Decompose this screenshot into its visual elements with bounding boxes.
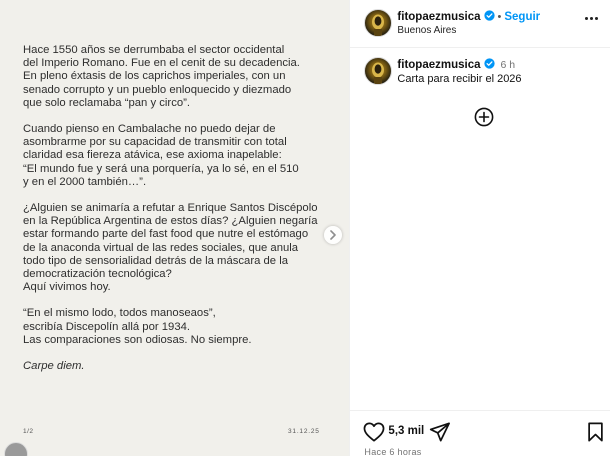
letter-paragraph-3: ¿Alguien se animaría a refutar a Enrique… — [23, 202, 328, 294]
letter-paragraph-2: Cuando pienso en Cambalache no puedo dej… — [23, 123, 328, 189]
letter-line: Aquí vivimos hoy. — [23, 281, 111, 294]
more-icon — [585, 17, 589, 20]
letter-line: todo tipo de sensorialidad detrás de la … — [23, 254, 289, 267]
letter-line: del Imperio Romano. Fue en el cenit de s… — [23, 57, 300, 70]
letter-line: que solo reclamaba “pan y circo”. — [23, 96, 191, 109]
letter-paragraph-1: Hace 1550 años se derrumbaba el sector o… — [23, 44, 328, 110]
posted-ago[interactable]: Hace 6 horas — [364, 447, 421, 456]
more-icon-dot — [595, 17, 599, 20]
letter-line: “El mundo fue y será una porquería, ya l… — [23, 162, 299, 175]
letter-line: Las comparaciones son odiosas. No siempr… — [23, 333, 252, 346]
chevron-right-icon — [330, 230, 336, 240]
load-more-comments-button[interactable] — [474, 107, 494, 127]
viewer-avatar[interactable] — [4, 442, 28, 456]
caption-text: Carta para recibir el 2026 — [397, 73, 522, 85]
author-avatar-image — [372, 14, 385, 36]
caption-username[interactable]: fitopaezmusica — [397, 59, 480, 71]
verified-badge-icon — [483, 10, 495, 21]
author-avatar[interactable] — [364, 9, 393, 37]
date-stamp: 31.12.25 — [288, 428, 320, 435]
post-viewer: Hace 1550 años se derrumbaba el sector o… — [0, 0, 610, 456]
letter-line: ¿Alguien se animaría a refutar a Enrique… — [23, 202, 318, 215]
letter-text: Hace 1550 años se derrumbaba el sector o… — [23, 44, 328, 386]
post-header: fitopaezmusica • Seguir Buenos Aires — [350, 0, 610, 48]
post-media[interactable]: Hace 1550 años se derrumbaba el sector o… — [0, 0, 350, 456]
verified-badge-icon — [483, 58, 495, 69]
bookmark-icon[interactable] — [587, 422, 604, 442]
letter-paragraph-4: “En el mismo lodo, todos manoseaos”, esc… — [23, 307, 328, 347]
letter-line: claridad esa fiereza atávica, ese axioma… — [23, 149, 282, 162]
letter-line: asombrarme por su capacidad de transmiti… — [23, 136, 287, 149]
letter-line: En pleno éxtasis de los caprichos imperi… — [23, 70, 286, 83]
more-options-button[interactable] — [585, 17, 599, 20]
follow-button[interactable]: Seguir — [504, 11, 540, 23]
letter-line: y en el 2000 también…”. — [23, 175, 147, 188]
action-bar: 5,3 mil Hace 6 horas — [350, 410, 610, 456]
more-icon-dot — [590, 17, 594, 20]
caption-avatar-image — [372, 62, 385, 84]
add-circle-icon — [475, 107, 494, 127]
caption-username-row: fitopaezmusica 6 h — [397, 58, 515, 71]
letter-paragraph-5: Carpe diem. — [23, 360, 328, 373]
letter-line: de la anaconda virtual de las redes soci… — [23, 241, 299, 254]
share-icon[interactable] — [429, 422, 451, 442]
letter-line: Hace 1550 años se derrumbaba el sector o… — [23, 44, 285, 56]
page-indicator: 1/2 — [23, 428, 34, 435]
letter-line: Cuando pienso en Cambalache no puedo dej… — [23, 123, 276, 136]
caption-avatar[interactable] — [364, 57, 393, 85]
letter-line-signoff: Carpe diem. — [23, 360, 85, 373]
letter-line: senado corrupto y un pueblo enloquecido … — [23, 83, 292, 96]
post-panel: fitopaezmusica • Seguir Buenos Aires fito… — [349, 0, 610, 456]
letter-line: estar formando parte del fast food que n… — [23, 228, 309, 241]
caption-time: 6 h — [500, 59, 516, 71]
post-location[interactable]: Buenos Aires — [397, 25, 456, 36]
next-slide-button[interactable] — [324, 226, 342, 244]
like-count[interactable]: 5,3 mil — [388, 425, 424, 437]
letter-line: escribía Discepolín allá por 1934. — [23, 320, 191, 333]
separator-dot: • — [497, 11, 502, 23]
heart-icon[interactable] — [363, 422, 385, 442]
letter-line: en la República Argentina de estos días?… — [23, 215, 318, 228]
letter-line: democratización tecnológica? — [23, 268, 172, 281]
header-username-row: fitopaezmusica • Seguir — [397, 10, 540, 23]
letter-line: “En el mismo lodo, todos manoseaos”, — [23, 307, 216, 320]
author-username[interactable]: fitopaezmusica — [397, 11, 480, 23]
